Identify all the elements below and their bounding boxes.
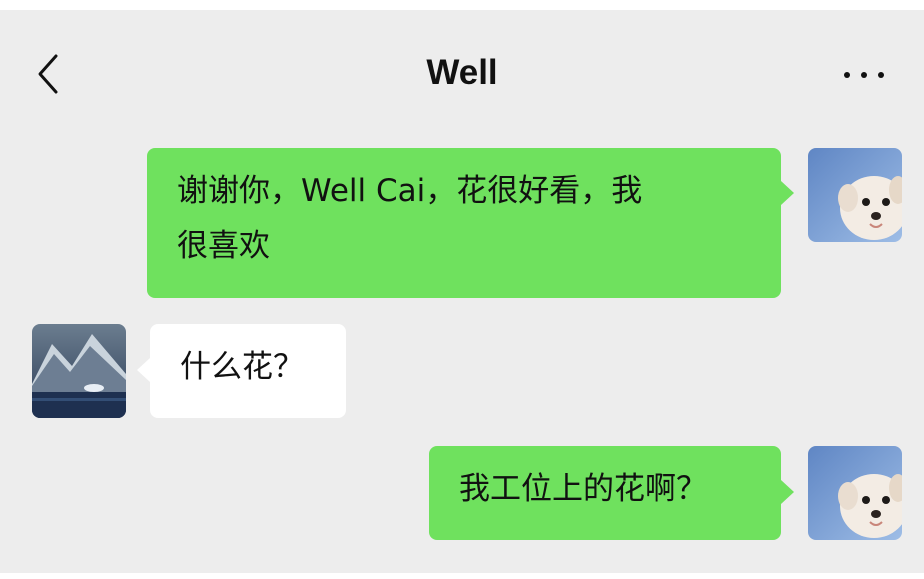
bubble-tail	[137, 358, 150, 382]
chat-title: Well	[426, 53, 498, 92]
my-avatar[interactable]	[808, 148, 902, 242]
chat-screen: Well 谢谢你，Well Cai，花很好看，我 很喜欢 什么花？ 我工位上的花…	[0, 0, 924, 579]
message-bubble-received[interactable]: 什么花？	[150, 324, 346, 418]
my-avatar[interactable]	[808, 446, 902, 540]
message-bubble-sent[interactable]: 我工位上的花啊？	[429, 446, 781, 540]
message-bubble-sent[interactable]: 谢谢你，Well Cai，花很好看，我 很喜欢	[147, 148, 781, 298]
chat-panel: Well 谢谢你，Well Cai，花很好看，我 很喜欢 什么花？ 我工位上的花…	[0, 10, 924, 573]
message-line: 我工位上的花啊？	[459, 471, 707, 507]
chevron-left-icon	[38, 54, 58, 94]
message-line: 谢谢你，Well Cai，花很好看，我	[177, 173, 643, 209]
bubble-tail	[781, 181, 794, 205]
back-button[interactable]	[32, 52, 66, 96]
bubble-tail	[781, 480, 794, 504]
contact-avatar[interactable]	[32, 324, 126, 418]
message-line: 什么花？	[180, 349, 304, 385]
message-line: 很喜欢	[177, 228, 270, 264]
more-button[interactable]	[836, 58, 892, 88]
